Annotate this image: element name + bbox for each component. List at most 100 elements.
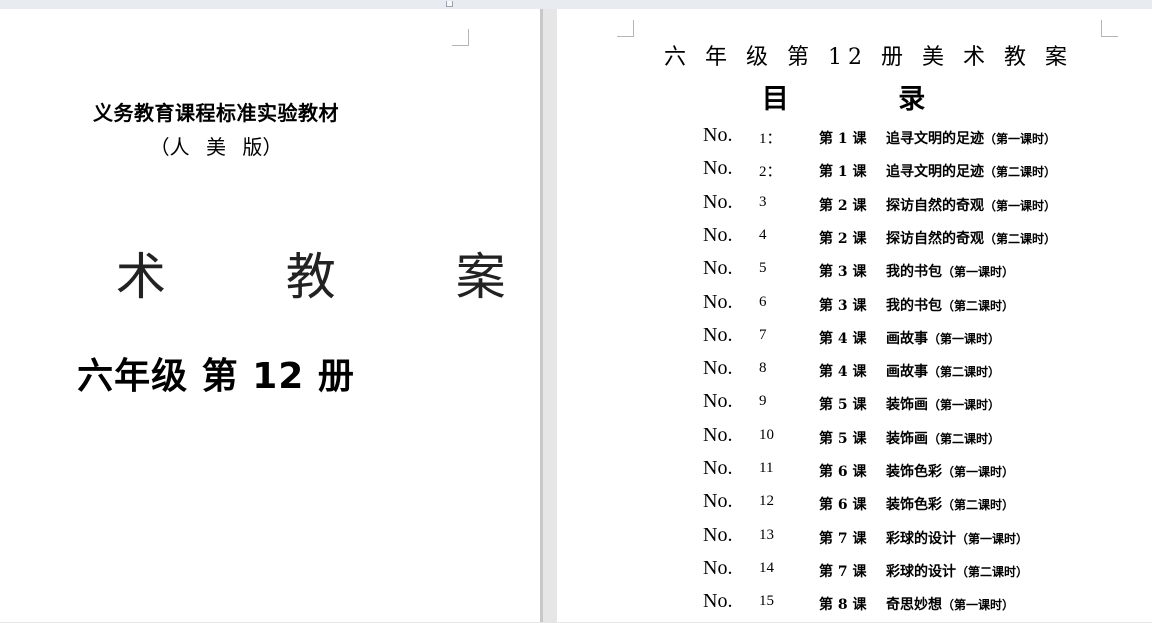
toc-row-prefix: No. xyxy=(703,423,733,446)
toc-row-number: 6 xyxy=(759,293,767,310)
toc-row-title: 追寻文明的足迹 xyxy=(886,131,984,147)
toc-row-title: 我的书包 xyxy=(886,264,942,281)
toc-row-session: （第一课时） xyxy=(956,531,1029,546)
toc-row-name: 追寻文明的足迹（第二课时） xyxy=(886,161,1056,181)
toc-row-number: 9 xyxy=(759,393,767,410)
toc-row-lesson: 第 4 课 xyxy=(819,364,867,381)
ruler-marker-icon[interactable] xyxy=(446,1,453,7)
margin-corner-mark xyxy=(617,20,634,37)
toc-row: No. 9 第 5 课 装饰画（第一课时） xyxy=(703,390,1123,423)
toc-row-prefix: No. xyxy=(703,257,733,280)
toc-row-prefix: No. xyxy=(703,556,733,579)
toc-row-title: 探访自然的奇观 xyxy=(886,197,984,214)
toc-row-name: 画故事（第一课时） xyxy=(886,328,1000,348)
toc-row-title: 装饰画 xyxy=(886,430,928,447)
page-gutter xyxy=(540,9,557,622)
toc-row-name: 奇思妙想（第一课时） xyxy=(886,594,1014,614)
toc-row-lesson: 第 4 课 xyxy=(819,330,867,347)
cover-page: 义务教育课程标准实验教材 （人 美 版） 美 术 教 案 六年级 第 12 册 xyxy=(0,9,540,622)
toc-row-number: 2： xyxy=(759,164,782,181)
toc-row-lesson: 第 5 课 xyxy=(819,430,867,447)
toc-row-number: 12 xyxy=(759,493,774,510)
toc-row-title: 画故事 xyxy=(886,330,928,347)
toc-row-title: 画故事 xyxy=(886,364,928,381)
toc-row-lesson: 第 2 课 xyxy=(819,197,867,214)
toc-row-number: 11 xyxy=(759,460,774,476)
toc-row-number: 7 xyxy=(759,326,767,343)
series-title: 义务教育课程标准实验教材 xyxy=(93,101,339,125)
toc-row: No. 8 第 4 课 画故事（第二课时） xyxy=(703,357,1123,390)
toc-row-session: （第一课时） xyxy=(942,465,1015,479)
toc-row-session: （第二课时） xyxy=(942,498,1015,513)
toc-row-number: 15 xyxy=(759,593,774,610)
toc-row-prefix: No. xyxy=(703,523,733,546)
toc-row-name: 彩球的设计（第一课时） xyxy=(886,528,1028,548)
toc-row-lesson: 第 7 课 xyxy=(819,530,867,547)
toc-page: 六 年 级 第 12 册 美 术 教 案 目 录 No. 1：第 1 课追寻文明的… xyxy=(557,9,1152,622)
toc-row-lesson: 第 6 课 xyxy=(819,497,867,514)
toc-row-name: 彩球的设计（第二课时） xyxy=(886,561,1028,581)
margin-corner-mark xyxy=(452,29,469,46)
toc-row-title: 装饰画 xyxy=(886,397,928,414)
toc-row-session: （第二课时） xyxy=(942,298,1015,313)
toc-row-session: （第二课时） xyxy=(984,231,1057,246)
toc-row-prefix: No. xyxy=(703,357,733,380)
toc-row-name: 装饰色彩（第一课时） xyxy=(886,461,1014,481)
toc-row-lesson: 第 6 课 xyxy=(819,464,867,480)
toc-row-title: 装饰色彩 xyxy=(886,497,942,514)
toc-row-title: 我的书包 xyxy=(886,297,942,314)
toc-row-number: 13 xyxy=(759,526,774,543)
toc-row-title: 彩球的设计 xyxy=(886,563,956,580)
toc-row-number: 14 xyxy=(759,559,774,576)
toc-row-title: 奇思妙想 xyxy=(886,597,942,614)
toc-row-title: 装饰色彩 xyxy=(886,464,942,480)
toc-row-session: （第一课时） xyxy=(984,198,1057,213)
toc-row-prefix: No. xyxy=(703,590,733,613)
toc-row-title: 追寻文明的足迹 xyxy=(886,164,984,181)
toc-row-lesson: 第 5 课 xyxy=(819,397,867,414)
toc-row-prefix: No. xyxy=(703,323,733,346)
toc-row: No. 5 第 3 课 我的书包（第一课时） xyxy=(703,257,1123,290)
toc-row-name: 追寻文明的足迹（第一课时） xyxy=(886,128,1056,148)
toc-row-name: 画故事（第二课时） xyxy=(886,361,1000,381)
margin-corner-mark xyxy=(1101,20,1118,37)
toc-row: No. 12 第 6 课 装饰色彩（第二课时） xyxy=(703,490,1123,523)
toc-row: No. 3 第 2 课 探访自然的奇观（第一课时） xyxy=(703,191,1123,224)
toc-header: 六 年 级 第 12 册 美 术 教 案 xyxy=(664,45,1073,70)
ruler-bar xyxy=(0,0,1152,9)
toc-row: No. 2： 第 1 课 追寻文明的足迹（第二课时） xyxy=(703,157,1123,190)
toc-row: No. 11 第 6 课 装饰色彩（第一课时） xyxy=(703,457,1123,490)
toc-row: No. 13 第 7 课 彩球的设计（第一课时） xyxy=(703,524,1123,557)
toc-row-name: 装饰画（第二课时） xyxy=(886,428,1000,448)
toc-row-title: 彩球的设计 xyxy=(886,530,956,547)
toc-row: No. 15 第 8 课 奇思妙想（第一课时） xyxy=(703,590,1123,623)
edition-label: （人 美 版） xyxy=(149,135,283,159)
toc-row-number: 5 xyxy=(759,260,767,277)
toc-row: No. 10 第 5 课 装饰画（第二课时） xyxy=(703,424,1123,457)
toc-row-lesson: 第 8 课 xyxy=(819,597,867,614)
toc-row-number: 4 xyxy=(759,226,767,243)
toc-row-session: （第二课时） xyxy=(956,564,1029,579)
toc-row-session: （第二课时） xyxy=(984,165,1057,180)
toc-row-session: （第一课时） xyxy=(942,265,1015,280)
toc-row-prefix: No. xyxy=(703,290,733,313)
cover-title: 美 术 教 案 xyxy=(0,248,558,306)
toc-row-session: （第一课时） xyxy=(928,331,1001,346)
toc-row-lesson: 第 3 课 xyxy=(819,297,867,314)
toc-row-name: 装饰画（第一课时） xyxy=(886,394,1000,414)
toc-row-name: 我的书包（第二课时） xyxy=(886,295,1014,315)
toc-row-name: 装饰色彩（第二课时） xyxy=(886,494,1014,514)
toc-subtitle: 目 录 xyxy=(761,84,976,115)
toc-row: No. 7 第 4 课 画故事（第一课时） xyxy=(703,324,1123,357)
toc-row-lesson: 第 1 课 xyxy=(819,164,867,181)
toc-row-prefix: No. xyxy=(703,223,733,246)
toc-row-lesson: 第 1 课 xyxy=(819,131,867,147)
toc-row-prefix: No. xyxy=(703,457,733,479)
toc-row-session: （第二课时） xyxy=(928,365,1001,380)
toc-row-number: 1： xyxy=(759,131,782,147)
toc-row: No. 1： 第 1 课 追寻文明的足迹（第一课时） xyxy=(703,124,1123,157)
toc-row-name: 探访自然的奇观（第一课时） xyxy=(886,195,1056,215)
toc-row-number: 3 xyxy=(759,193,767,210)
toc-row-prefix: No. xyxy=(703,190,733,213)
toc-row-number: 8 xyxy=(759,360,767,377)
